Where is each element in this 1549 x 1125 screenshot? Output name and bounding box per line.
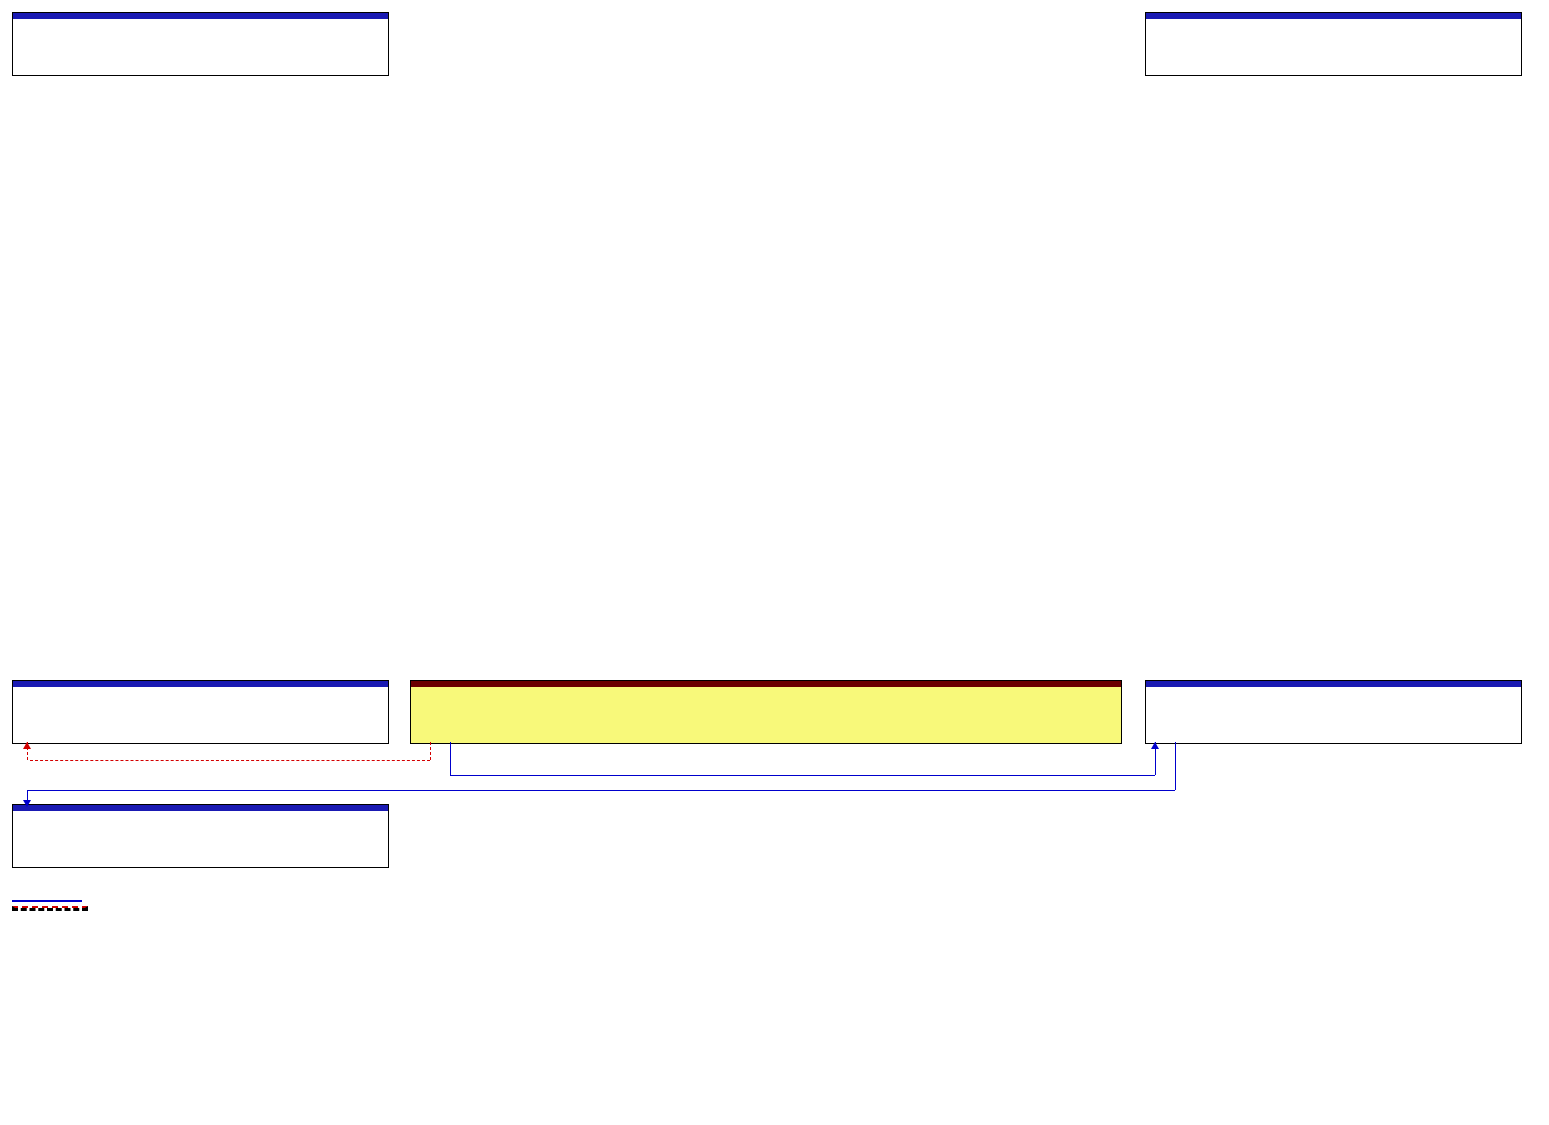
diagram-canvas — [0, 0, 1549, 1125]
node-its-field[interactable] — [1145, 12, 1522, 76]
node-title — [411, 687, 1121, 693]
node-title — [1146, 19, 1521, 25]
node-title — [13, 811, 388, 817]
node-roadside-comm[interactable] — [12, 12, 389, 76]
node-dps[interactable] — [12, 804, 389, 868]
node-title — [13, 687, 388, 693]
node-cv-roadside[interactable] — [12, 680, 389, 744]
node-wrong-way[interactable] — [410, 680, 1122, 744]
legend — [12, 900, 98, 915]
node-toc-emc[interactable] — [1145, 680, 1522, 744]
legend-line-planned — [12, 906, 88, 911]
legend-line-existing — [12, 900, 82, 902]
node-title — [1146, 687, 1521, 693]
node-title — [13, 19, 388, 25]
